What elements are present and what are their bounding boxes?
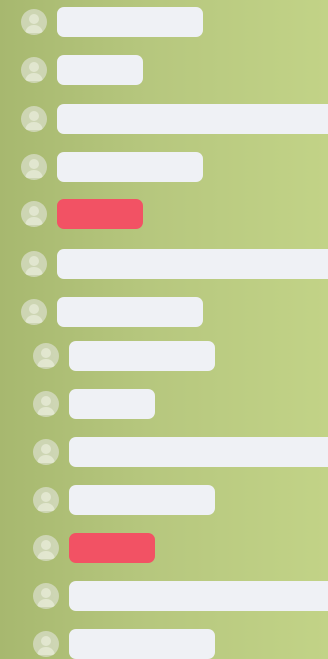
message-bubble[interactable] (57, 152, 203, 182)
message-bubble[interactable] (57, 297, 203, 327)
message-row[interactable] (0, 437, 328, 467)
message-bubble[interactable] (69, 437, 328, 467)
message-row[interactable] (0, 629, 328, 659)
message-bubble[interactable] (69, 485, 215, 515)
message-row[interactable] (0, 341, 328, 371)
message-row[interactable] (0, 485, 328, 515)
message-bubble[interactable] (57, 55, 143, 85)
user-avatar-icon[interactable] (21, 251, 47, 277)
user-avatar-icon[interactable] (33, 439, 59, 465)
message-row[interactable] (0, 297, 328, 327)
message-row[interactable] (0, 533, 328, 563)
user-avatar-icon[interactable] (21, 57, 47, 83)
message-row[interactable] (0, 199, 328, 229)
message-row[interactable] (0, 581, 328, 611)
message-bubble[interactable] (69, 389, 155, 419)
highlighted-message-bubble[interactable] (69, 533, 155, 563)
user-avatar-icon[interactable] (33, 343, 59, 369)
user-avatar-icon[interactable] (21, 154, 47, 180)
highlighted-message-bubble[interactable] (57, 199, 143, 229)
message-bubble[interactable] (69, 581, 328, 611)
message-row[interactable] (0, 249, 328, 279)
message-bubble[interactable] (57, 104, 328, 134)
user-avatar-icon[interactable] (21, 201, 47, 227)
user-avatar-icon[interactable] (21, 106, 47, 132)
user-avatar-icon[interactable] (33, 583, 59, 609)
user-avatar-icon[interactable] (33, 487, 59, 513)
user-avatar-icon[interactable] (21, 9, 47, 35)
message-bubble[interactable] (57, 249, 328, 279)
user-avatar-icon[interactable] (33, 391, 59, 417)
message-bubble[interactable] (69, 341, 215, 371)
user-avatar-icon[interactable] (33, 535, 59, 561)
message-row[interactable] (0, 7, 328, 37)
message-bubble[interactable] (69, 629, 215, 659)
user-avatar-icon[interactable] (33, 631, 59, 657)
user-avatar-icon[interactable] (21, 299, 47, 325)
message-bubble[interactable] (57, 7, 203, 37)
message-row[interactable] (0, 152, 328, 182)
message-row[interactable] (0, 389, 328, 419)
message-row[interactable] (0, 104, 328, 134)
message-list (0, 0, 328, 659)
message-row[interactable] (0, 55, 328, 85)
